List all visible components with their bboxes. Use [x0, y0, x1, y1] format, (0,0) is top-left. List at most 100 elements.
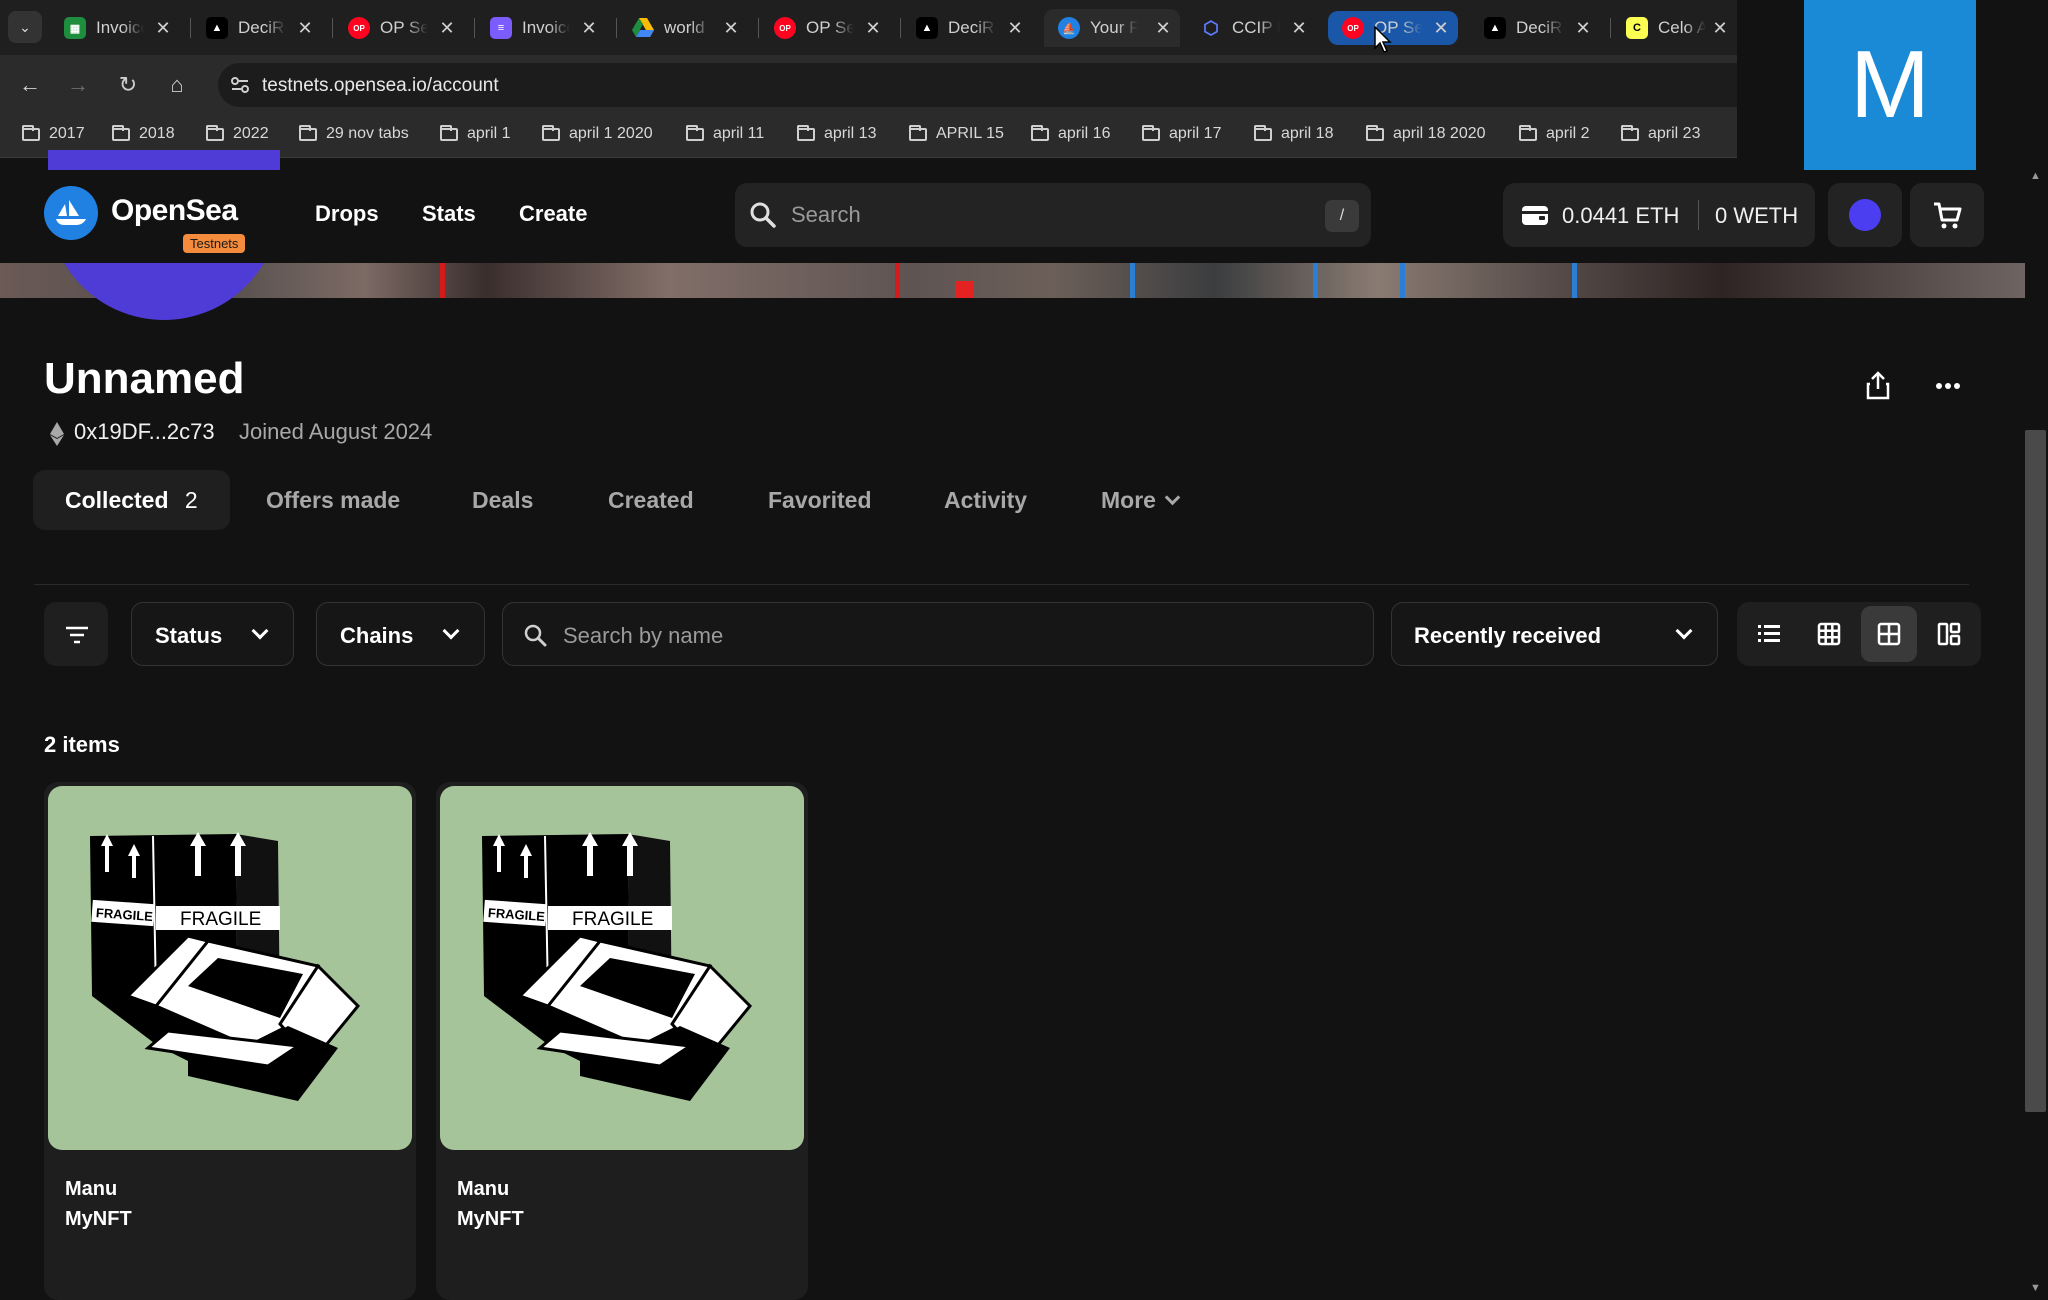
- more-options-icon[interactable]: [1928, 368, 1968, 404]
- tab-created[interactable]: Created: [608, 470, 694, 530]
- tab-more[interactable]: More: [1101, 470, 1181, 530]
- large-grid-view-icon[interactable]: [1861, 606, 1917, 662]
- scroll-thumb[interactable]: [2025, 430, 2046, 1112]
- bookmark-folder[interactable]: april 16: [1031, 124, 1110, 143]
- page-scrollbar[interactable]: ▲ ▼: [2025, 170, 2048, 1300]
- tab-search-button[interactable]: ⌄: [8, 11, 42, 43]
- tab-activity[interactable]: Activity: [944, 470, 1027, 530]
- triangle-logo-icon: ▲: [206, 17, 228, 39]
- ethereum-icon: [50, 422, 64, 451]
- address-bar[interactable]: testnets.opensea.io/account: [218, 63, 1737, 107]
- sort-dropdown[interactable]: Recently received: [1391, 602, 1718, 666]
- close-icon[interactable]: ✕: [862, 17, 884, 39]
- close-icon[interactable]: ✕: [436, 17, 458, 39]
- folder-icon: [440, 124, 458, 141]
- share-icon[interactable]: [1860, 368, 1896, 404]
- close-icon[interactable]: ✕: [1004, 17, 1026, 39]
- tab-offers-made[interactable]: Offers made: [266, 470, 400, 530]
- close-icon[interactable]: ✕: [1709, 17, 1731, 39]
- bookmark-folder[interactable]: april 13: [797, 124, 876, 143]
- reload-icon[interactable]: ↻: [110, 67, 146, 103]
- close-icon[interactable]: ✕: [1152, 17, 1174, 39]
- tab-favorited[interactable]: Favorited: [768, 470, 872, 530]
- close-icon[interactable]: ✕: [1572, 17, 1594, 39]
- masonry-view-icon[interactable]: [1921, 606, 1977, 662]
- filter-toggle-button[interactable]: [44, 602, 108, 666]
- bookmark-label: april 23: [1648, 125, 1701, 142]
- fragile-box-icon: FRAGILE FRAGILE: [90, 832, 361, 1101]
- close-icon[interactable]: ✕: [294, 17, 316, 39]
- search-by-name-input[interactable]: Search by name: [502, 602, 1374, 666]
- forward-arrow-icon[interactable]: →: [60, 67, 96, 103]
- bookmark-folder[interactable]: april 18 2020: [1366, 124, 1486, 143]
- browser-tab[interactable]: ▲ DeciRe ✕: [902, 9, 1032, 47]
- browser-tab[interactable]: OP OP Sepolia ✕: [760, 9, 890, 47]
- bookmark-folder[interactable]: 2017: [22, 124, 85, 143]
- browser-tab[interactable]: ▲ DeciRe ✕: [192, 9, 322, 47]
- bookmark-folder[interactable]: april 23: [1621, 124, 1701, 143]
- close-icon[interactable]: ✕: [1288, 17, 1310, 39]
- status-label: Status: [155, 623, 223, 648]
- bookmark-folder[interactable]: april 18: [1254, 124, 1333, 143]
- items-count: 2 items: [44, 732, 120, 757]
- account-avatar-button[interactable]: [1828, 183, 1902, 247]
- bookmark-folder[interactable]: april 17: [1142, 124, 1221, 143]
- bookmark-folder[interactable]: APRIL 15: [909, 124, 1004, 143]
- wallet-address[interactable]: 0x19DF...2c73: [74, 419, 215, 445]
- browser-tab[interactable]: ▲ DeciRe ✕: [1470, 9, 1600, 47]
- wallet-icon: [1521, 203, 1549, 232]
- folder-icon: [1366, 124, 1384, 141]
- tab-title: OP Sepolia: [380, 18, 428, 37]
- nav-stats[interactable]: Stats: [422, 201, 476, 227]
- browser-tab[interactable]: world ✕: [618, 9, 748, 47]
- tab-collected[interactable]: Collected 2: [33, 470, 230, 530]
- overlay-panel: M: [1737, 0, 2048, 170]
- avatar: [1849, 199, 1881, 231]
- browser-tab[interactable]: C Celo Alfajores ✕: [1612, 9, 1737, 47]
- status-dropdown[interactable]: Status: [131, 602, 294, 666]
- sort-label: Recently received: [1414, 623, 1602, 648]
- folder-icon: [112, 124, 130, 141]
- op-icon: OP: [774, 17, 796, 39]
- close-icon[interactable]: ✕: [1430, 17, 1452, 39]
- browser-tab[interactable]: ⬡ CCIP Explorer ✕: [1186, 9, 1316, 47]
- bookmark-folder[interactable]: 29 nov tabs: [299, 124, 409, 143]
- search-icon: [523, 623, 547, 652]
- folder-icon: [542, 124, 560, 141]
- home-icon[interactable]: ⌂: [159, 67, 195, 103]
- list-view-icon[interactable]: [1741, 606, 1797, 662]
- opensea-logo-icon[interactable]: [44, 186, 98, 240]
- tab-deals[interactable]: Deals: [472, 470, 533, 530]
- site-info-icon[interactable]: [228, 73, 252, 97]
- browser-tab[interactable]: ≡ Invoice ✕: [476, 9, 606, 47]
- close-icon[interactable]: ✕: [720, 17, 742, 39]
- site-logo-text[interactable]: OpenSea: [111, 194, 238, 228]
- bookmark-folder[interactable]: 2022: [206, 124, 269, 143]
- bookmark-folder[interactable]: april 2: [1519, 124, 1590, 143]
- close-icon[interactable]: ✕: [152, 17, 174, 39]
- bookmark-folder[interactable]: 2018: [112, 124, 175, 143]
- folder-icon: [1621, 124, 1639, 141]
- cart-button[interactable]: [1910, 183, 1984, 247]
- bookmark-folder[interactable]: april 1 2020: [542, 124, 653, 143]
- nav-create[interactable]: Create: [519, 201, 587, 227]
- global-search-input[interactable]: Search /: [735, 183, 1371, 247]
- close-icon[interactable]: ✕: [578, 17, 600, 39]
- nft-card[interactable]: FRAGILE FRAGILE Manu MyNFT: [44, 782, 416, 1300]
- wallet-balance-button[interactable]: 0.0441 ETH 0 WETH: [1503, 183, 1815, 247]
- nft-card[interactable]: FRAGILE FRAGILE Manu MyNFT: [436, 782, 808, 1300]
- bookmark-folder[interactable]: april 11: [686, 124, 764, 143]
- small-grid-view-icon[interactable]: [1801, 606, 1857, 662]
- profile-banner: [0, 263, 2025, 298]
- back-arrow-icon[interactable]: ←: [12, 67, 48, 103]
- browser-tab[interactable]: ▦ Invoice ✕: [50, 9, 180, 47]
- chains-dropdown[interactable]: Chains: [316, 602, 485, 666]
- testnets-badge: Testnets: [183, 234, 246, 253]
- nft-title: Manu: [457, 1178, 510, 1200]
- browser-tab-active[interactable]: ⛵ Your Profile ✕: [1044, 9, 1180, 47]
- nav-drops[interactable]: Drops: [315, 201, 379, 227]
- browser-tab[interactable]: OP OP Sepolia ✕: [334, 9, 464, 47]
- bookmark-folder[interactable]: april 1: [440, 124, 511, 143]
- scroll-up-arrow-icon[interactable]: ▲: [2030, 170, 2041, 182]
- scroll-down-arrow-icon[interactable]: ▼: [2030, 1282, 2041, 1294]
